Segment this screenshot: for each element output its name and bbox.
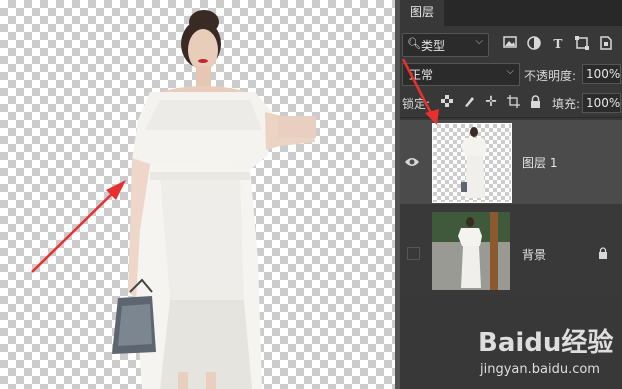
chevron-down-icon: ⌵ — [475, 36, 483, 47]
baidu-jingyan-watermark: Baidu经验 jingyan.baidu.com — [460, 322, 620, 386]
eye-icon[interactable] — [404, 156, 420, 172]
chevron-down-icon: ⌵ — [506, 66, 514, 77]
panel-tab-bar: 图层 — [400, 0, 622, 26]
layer-row-layer-1[interactable]: 图层 1 — [400, 120, 622, 204]
document-canvas[interactable] — [0, 0, 395, 389]
lock-all-icon[interactable] — [528, 95, 542, 109]
lock-icon — [598, 247, 608, 262]
layer-name[interactable]: 背景 — [522, 246, 546, 263]
filter-type-label: 类型 — [421, 39, 446, 53]
opacity-label: 不透明度: — [524, 69, 577, 83]
layer-name[interactable]: 图层 1 — [522, 154, 557, 171]
adjustment-filter-icon[interactable] — [526, 36, 542, 52]
background-thumbnail — [432, 212, 510, 290]
smart-object-filter-icon[interactable] — [598, 36, 614, 52]
woman-figure-image — [31, 10, 316, 389]
watermark-logo: Baidu经验 — [478, 328, 614, 358]
fill-field[interactable]: 100% — [582, 93, 621, 113]
type-filter-icon[interactable]: T — [550, 36, 566, 52]
lock-artboard-icon[interactable] — [506, 95, 520, 109]
pixel-filter-icon[interactable] — [502, 36, 518, 52]
watermark-url: jingyan.baidu.com — [480, 362, 600, 377]
annotation-arrow-panel — [401, 58, 439, 125]
layer-filter-row: 🔍︎ 类型 ⌵ T — [400, 33, 622, 57]
fill-label: 填充: — [552, 97, 581, 111]
annotation-arrow — [31, 185, 121, 273]
opacity-field[interactable]: 100% — [582, 64, 621, 84]
layer-thumbnail — [432, 123, 512, 203]
filter-type-select[interactable]: 🔍︎ 类型 ⌵ — [402, 33, 489, 57]
tab-layers[interactable]: 图层 — [400, 0, 444, 26]
lock-image-pixels-icon[interactable] — [462, 95, 476, 109]
shape-filter-icon[interactable] — [574, 36, 590, 52]
search-icon: 🔍︎ — [407, 37, 421, 50]
lock-position-icon[interactable]: ✛ — [484, 95, 498, 109]
layer-row-background[interactable]: 背景 — [400, 207, 622, 295]
visibility-toggle-empty[interactable] — [407, 247, 420, 260]
